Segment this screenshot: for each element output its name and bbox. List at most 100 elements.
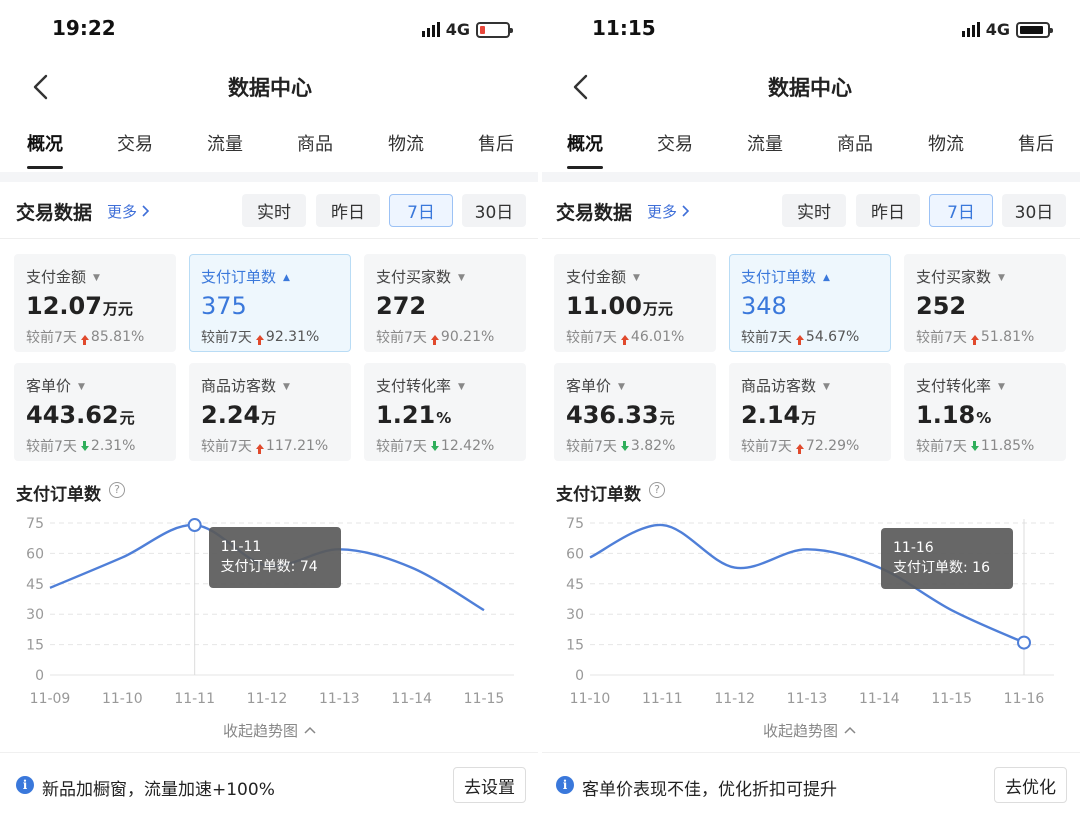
arrow-up-icon — [620, 334, 629, 345]
info-icon: i — [556, 776, 574, 794]
tip-action-button[interactable]: 去优化 — [994, 767, 1067, 803]
tooltip-date: 11-16 — [893, 540, 934, 556]
range-button-3[interactable]: 30日 — [462, 194, 526, 227]
status-time: 19:22 — [52, 16, 116, 40]
chart-tooltip: 11-16 支付订单数: 16 — [881, 528, 1013, 589]
compare-change: 3.82% — [630, 438, 676, 454]
caret-down-icon: ▼ — [618, 382, 625, 392]
range-button-2[interactable]: 7日 — [929, 194, 993, 227]
page-title: 数据中心 — [768, 76, 852, 100]
collapse-label: 收起趋势图 — [222, 722, 298, 740]
range-button-1[interactable]: 昨日 — [316, 194, 380, 227]
metric-compare: 较前7天 54.67% — [741, 327, 859, 347]
metric-card[interactable]: 支付买家数 ▼ 272 较前7天 90.21% — [364, 254, 526, 352]
collapse-chart-link[interactable]: 收起趋势图 — [540, 720, 1080, 741]
tab-2[interactable]: 流量 — [747, 130, 783, 156]
status-time: 11:15 — [592, 16, 656, 40]
metric-value: 436.33元 — [566, 401, 675, 429]
metric-card[interactable]: 商品访客数 ▼ 2.24万 较前7天 117.21% — [189, 363, 351, 461]
tab-4[interactable]: 物流 — [388, 130, 424, 156]
compare-label: 较前7天 — [566, 439, 617, 455]
compare-change: 54.67% — [805, 329, 860, 345]
metric-label-text: 支付买家数 — [376, 268, 452, 286]
range-button-0[interactable]: 实时 — [242, 194, 306, 227]
metric-card[interactable]: 客单价 ▼ 436.33元较前7天 3.82% — [554, 363, 716, 461]
y-tick-label: 0 — [35, 668, 44, 684]
active-data-point[interactable] — [1017, 635, 1031, 650]
help-icon[interactable]: ? — [109, 482, 125, 498]
metric-compare: 较前7天 117.21% — [201, 436, 328, 456]
compare-change: 12.42% — [440, 438, 495, 454]
metric-card[interactable]: 支付转化率 ▼ 1.21% 较前7天 12.42% — [364, 363, 526, 461]
metric-label-text: 支付金额 — [566, 268, 627, 286]
active-data-point[interactable] — [187, 518, 202, 533]
metric-number: 1.18 — [916, 401, 976, 429]
metric-card[interactable]: 支付金额 ▼ 11.00万元 较前7天 46.01% — [554, 254, 716, 352]
tip-action-button[interactable]: 去设置 — [453, 767, 526, 803]
metric-card[interactable]: 支付金额 ▼ 12.07万元 较前7天 85.81% — [14, 254, 176, 352]
tab-2[interactable]: 流量 — [207, 130, 243, 156]
caret-down-icon: ▼ — [998, 273, 1005, 283]
chevron-right-icon — [677, 203, 691, 221]
status-indicators: 4G — [421, 20, 513, 39]
x-tick-label: 11-12 — [714, 691, 755, 707]
help-icon[interactable]: ? — [649, 482, 665, 498]
metric-label: 支付转化率 ▼ — [376, 375, 465, 396]
active-tab-indicator — [567, 166, 603, 169]
tab-1[interactable]: 交易 — [117, 130, 153, 156]
chart-tooltip: 11-11 支付订单数: 74 — [208, 527, 341, 588]
footer-divider — [0, 752, 540, 753]
range-button-1[interactable]: 昨日 — [856, 194, 920, 227]
x-tick-label: 11-16 — [1004, 691, 1045, 707]
tab-3[interactable]: 商品 — [297, 130, 333, 156]
metric-unit: % — [436, 409, 452, 427]
section-separator — [0, 172, 540, 182]
tab-1[interactable]: 交易 — [657, 130, 693, 156]
caret-down-icon: ▼ — [823, 382, 830, 392]
tab-3[interactable]: 商品 — [837, 130, 873, 156]
range-button-2[interactable]: 7日 — [389, 194, 453, 227]
y-tick-label: 60 — [566, 546, 584, 562]
metric-card[interactable]: 支付转化率 ▼ 1.18% 较前7天 11.85% — [904, 363, 1066, 461]
metric-card[interactable]: 支付订单数 ▲ 348 较前7天 54.67% — [729, 254, 891, 352]
caret-down-icon: ▼ — [283, 382, 290, 392]
collapse-chart-link[interactable]: 收起趋势图 — [0, 720, 540, 741]
caret-down-icon: ▼ — [458, 273, 465, 283]
x-tick-label: 11-15 — [931, 691, 972, 707]
metric-unit: 元 — [119, 409, 135, 427]
metric-label: 支付转化率 ▼ — [916, 375, 1005, 396]
status-indicators: 4G — [961, 20, 1053, 39]
tab-4[interactable]: 物流 — [928, 130, 964, 156]
more-link[interactable]: 更多 — [647, 201, 691, 222]
compare-label: 较前7天 — [376, 439, 427, 455]
x-tick-label: 11-13 — [787, 691, 828, 707]
tab-0[interactable]: 概况 — [567, 130, 603, 156]
x-tick-label: 11-14 — [859, 691, 900, 707]
metric-value: 443.62元 — [26, 401, 135, 429]
metric-value: 348 — [741, 292, 787, 320]
metric-number: 436.33 — [566, 401, 659, 429]
trend-chart: 0 15 30 45 60 75 11-10 11-11 11-12 11-13 11-14 11-1… — [540, 505, 1080, 715]
tab-0[interactable]: 概况 — [27, 130, 63, 156]
caret-down-icon: ▼ — [78, 382, 85, 392]
metric-card[interactable]: 商品访客数 ▼ 2.14万 较前7天 72.29% — [729, 363, 891, 461]
tab-5[interactable]: 售后 — [1018, 130, 1054, 156]
metric-label-text: 客单价 — [566, 377, 612, 395]
tab-5[interactable]: 售后 — [478, 130, 514, 156]
more-link[interactable]: 更多 — [107, 201, 151, 222]
metric-number: 2.24 — [201, 401, 261, 429]
metric-value: 12.07万元 — [26, 292, 133, 320]
range-button-0[interactable]: 实时 — [782, 194, 846, 227]
compare-change: 51.81% — [980, 329, 1035, 345]
y-tick-label: 15 — [26, 638, 44, 654]
metric-label-text: 支付金额 — [26, 268, 87, 286]
metric-card[interactable]: 支付订单数 ▲ 375 较前7天 92.31% — [189, 254, 351, 352]
compare-change: 72.29% — [805, 438, 860, 454]
metric-unit: 万元 — [642, 300, 673, 318]
metric-card[interactable]: 客单价 ▼ 443.62元 较前7天 2.31% — [14, 363, 176, 461]
range-button-3[interactable]: 30日 — [1002, 194, 1066, 227]
metric-card[interactable]: 支付买家数 ▼ 252 较前7天 51.81% — [904, 254, 1066, 352]
compare-label: 较前7天 — [376, 330, 427, 346]
arrow-up-icon — [970, 334, 979, 345]
x-tick-label: 11-10 — [570, 691, 611, 707]
